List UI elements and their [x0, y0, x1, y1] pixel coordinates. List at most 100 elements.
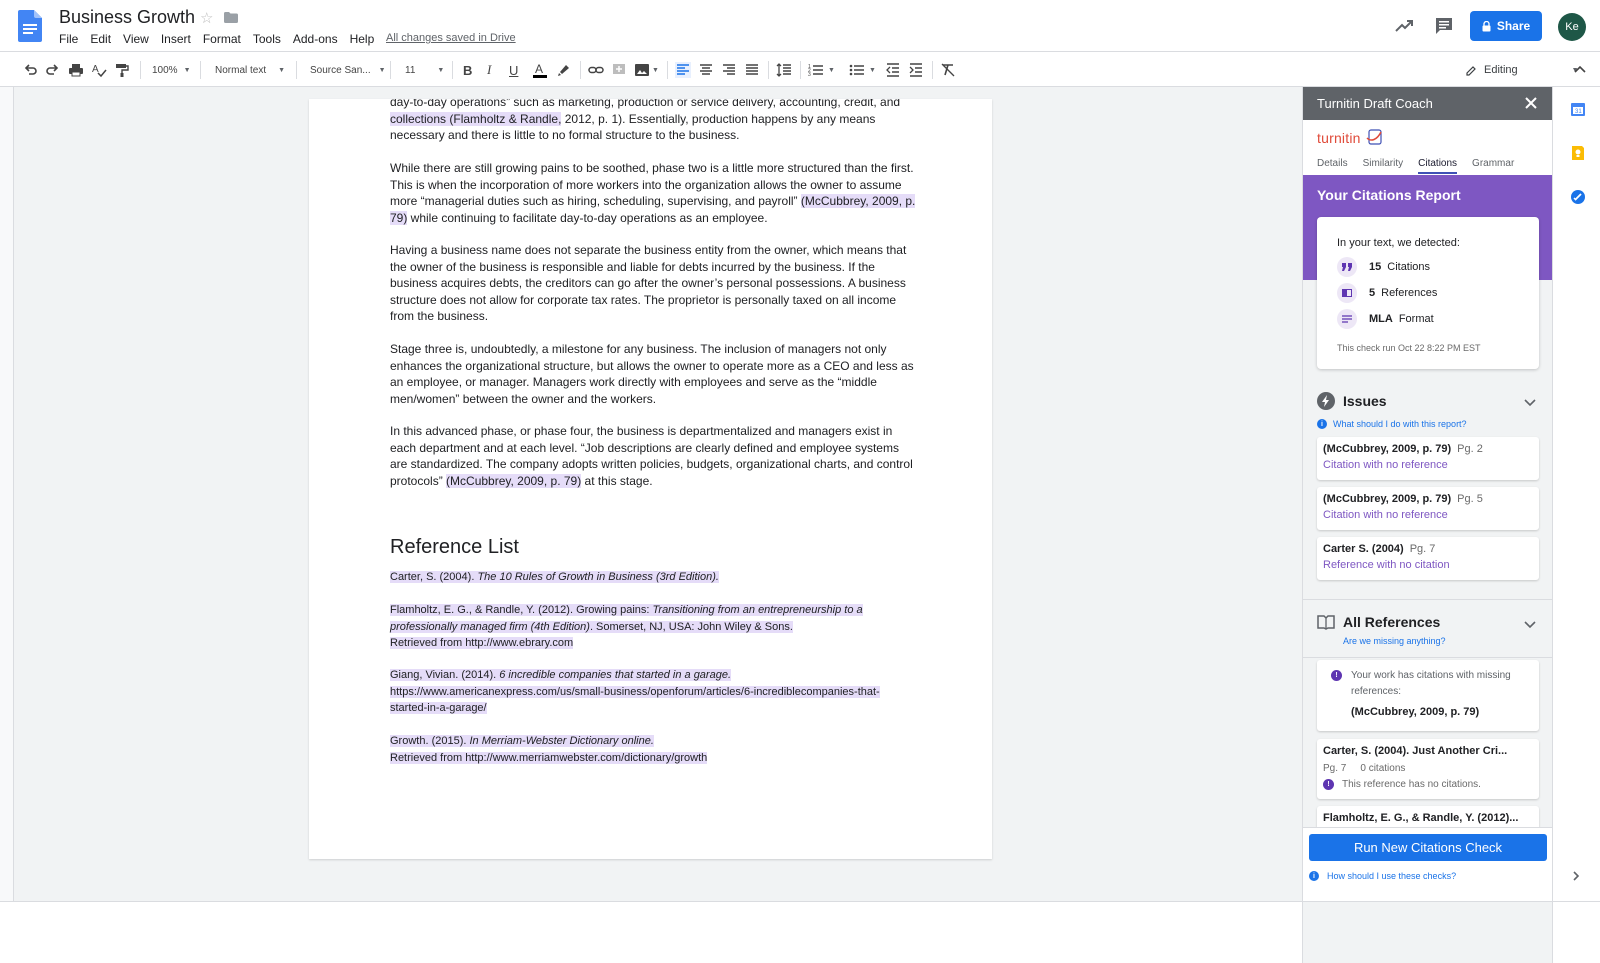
- chevron-down-icon: ▼: [437, 66, 445, 74]
- tab-details[interactable]: Details: [1317, 158, 1348, 174]
- paragraph-3[interactable]: Having a business name does not separate…: [390, 242, 918, 325]
- chevron-down-icon[interactable]: [1524, 621, 1536, 629]
- warning-icon: !: [1323, 779, 1334, 790]
- paragraph-2[interactable]: While there are still growing pains to b…: [390, 160, 918, 226]
- issues-header[interactable]: Issues: [1317, 392, 1387, 410]
- toolbar-divider: [932, 61, 933, 79]
- reference-list-heading[interactable]: Reference List: [390, 536, 519, 559]
- redo-icon[interactable]: [45, 60, 61, 80]
- reference-count: 0 citations: [1360, 763, 1406, 774]
- toolbar-divider: [452, 61, 453, 79]
- print-icon[interactable]: [68, 60, 84, 80]
- ref-url: https://www.americanexpress.com/us/small…: [390, 685, 880, 715]
- missing-references-warning[interactable]: ! Your work has citations with missing r…: [1317, 660, 1539, 731]
- clear-formatting-icon[interactable]: [940, 60, 956, 80]
- tab-similarity[interactable]: Similarity: [1363, 158, 1404, 174]
- tab-citations[interactable]: Citations: [1418, 158, 1458, 174]
- highlight-icon[interactable]: [556, 60, 572, 80]
- issue-citation: (McCubbrey, 2009, p. 79): [1323, 443, 1452, 455]
- references-header[interactable]: All References: [1317, 614, 1440, 630]
- menu-format[interactable]: Format: [203, 32, 241, 46]
- close-icon[interactable]: [1523, 95, 1539, 111]
- spellcheck-icon[interactable]: A: [91, 60, 107, 80]
- undo-icon[interactable]: [22, 60, 38, 80]
- reference-entry[interactable]: Carter, S. (2004). The 10 Rules of Growt…: [390, 569, 920, 586]
- activity-trend-icon[interactable]: [1394, 16, 1414, 36]
- folder-icon[interactable]: [224, 12, 238, 23]
- font-select[interactable]: Source San... ▼: [310, 60, 386, 80]
- insert-comment-icon[interactable]: [611, 60, 627, 80]
- docs-logo-icon[interactable]: [18, 10, 42, 42]
- calendar-icon[interactable]: 31: [1570, 101, 1586, 117]
- menu-insert[interactable]: Insert: [161, 32, 191, 46]
- reference-item[interactable]: Carter, S. (2004). Just Another Cri... P…: [1317, 739, 1539, 799]
- font-size-select[interactable]: 11 ▼: [405, 60, 444, 80]
- usage-help-link[interactable]: i How should I use these checks?: [1309, 871, 1456, 881]
- toolbar-divider: [667, 61, 668, 79]
- tasks-icon[interactable]: [1570, 189, 1586, 205]
- reference-entry[interactable]: Growth. (2015). In Merriam-Webster Dicti…: [390, 733, 920, 766]
- missing-refs-link[interactable]: Are we missing anything?: [1343, 636, 1446, 646]
- font-size-value: 11: [405, 64, 416, 76]
- paragraph-4[interactable]: Stage three is, undoubtedly, a milestone…: [390, 341, 918, 407]
- lock-icon: [1482, 20, 1491, 31]
- paint-format-icon[interactable]: [114, 60, 130, 80]
- document-page[interactable]: day-to-day operations” such as marketing…: [309, 99, 992, 859]
- increase-indent-icon[interactable]: [908, 60, 924, 80]
- run-citations-check-button[interactable]: Run New Citations Check: [1309, 834, 1547, 861]
- menu-help[interactable]: Help: [350, 32, 375, 46]
- star-icon[interactable]: ☆: [200, 9, 213, 27]
- menu-edit[interactable]: Edit: [90, 32, 111, 46]
- menu-view[interactable]: View: [123, 32, 149, 46]
- numbered-list-icon[interactable]: 1 2 3 ▼: [808, 60, 835, 80]
- text-color-icon[interactable]: A: [532, 60, 548, 80]
- menu-addons[interactable]: Add-ons: [293, 32, 338, 46]
- keep-icon[interactable]: [1570, 145, 1586, 161]
- bulleted-list-icon[interactable]: ▼: [849, 60, 876, 80]
- zoom-select[interactable]: 100% ▼: [152, 60, 191, 80]
- comment-icon[interactable]: [1434, 16, 1454, 36]
- align-center-icon[interactable]: [698, 60, 714, 80]
- line-spacing-icon[interactable]: [776, 60, 792, 80]
- chevron-right-icon[interactable]: [1571, 871, 1581, 881]
- doc-title[interactable]: Business Growth: [59, 7, 195, 28]
- underline-icon[interactable]: U: [509, 60, 518, 80]
- issues-help-link[interactable]: i What should I do with this report?: [1317, 419, 1467, 429]
- share-button[interactable]: Share: [1470, 11, 1542, 41]
- issue-label: Citation with no reference: [1323, 509, 1448, 521]
- turnitin-swoosh-icon: [1366, 129, 1382, 145]
- align-right-icon[interactable]: [721, 60, 737, 80]
- avatar[interactable]: Ke: [1558, 13, 1586, 41]
- tab-grammar[interactable]: Grammar: [1472, 158, 1514, 174]
- sidebar-title: Turnitin Draft Coach: [1317, 96, 1433, 111]
- style-select[interactable]: Normal text ▼: [215, 60, 285, 80]
- format-lines-icon: [1337, 309, 1357, 329]
- paragraph-1[interactable]: day-to-day operations” such as marketing…: [390, 99, 918, 144]
- chevron-down-icon[interactable]: [1524, 399, 1536, 407]
- issue-item[interactable]: Carter S. (2004) Pg. 7 Reference with no …: [1317, 537, 1539, 580]
- citation-highlight[interactable]: collections (Flamholtz & Randle,: [390, 111, 562, 126]
- link-icon[interactable]: [588, 60, 604, 80]
- editing-mode-select[interactable]: Editing ▼: [1466, 60, 1579, 80]
- reference-entry[interactable]: Flamholtz, E. G., & Randle, Y. (2012). G…: [390, 602, 870, 652]
- issue-item[interactable]: (McCubbrey, 2009, p. 79) Pg. 5 Citation w…: [1317, 487, 1539, 530]
- italic-icon[interactable]: I: [487, 60, 491, 80]
- citation-highlight[interactable]: (McCubbrey, 2009, p. 79): [446, 473, 582, 488]
- save-status[interactable]: All changes saved in Drive: [386, 32, 516, 44]
- menu-file[interactable]: File: [59, 32, 78, 46]
- issue-item[interactable]: (McCubbrey, 2009, p. 79) Pg. 2 Citation w…: [1317, 437, 1539, 480]
- chevron-up-icon[interactable]: [1574, 64, 1586, 74]
- menu-tools[interactable]: Tools: [253, 32, 281, 46]
- issues-title: Issues: [1343, 393, 1387, 409]
- align-justify-icon[interactable]: [744, 60, 760, 80]
- reference-entry[interactable]: Giang, Vivian. (2014). 6 incredible comp…: [390, 667, 915, 717]
- menu-bar: File Edit View Insert Format Tools Add-o…: [59, 32, 386, 46]
- align-left-icon[interactable]: [675, 60, 691, 80]
- bold-icon[interactable]: B: [463, 60, 472, 80]
- reference-item[interactable]: Flamholtz, E. G., & Randle, Y. (2012)...: [1317, 806, 1539, 828]
- paragraph-5[interactable]: In this advanced phase, or phase four, t…: [390, 423, 918, 489]
- sidebar-bottom-area: [1303, 901, 1553, 963]
- decrease-indent-icon[interactable]: [885, 60, 901, 80]
- insert-image-icon[interactable]: ▼: [634, 60, 659, 80]
- svg-text:3: 3: [808, 72, 811, 78]
